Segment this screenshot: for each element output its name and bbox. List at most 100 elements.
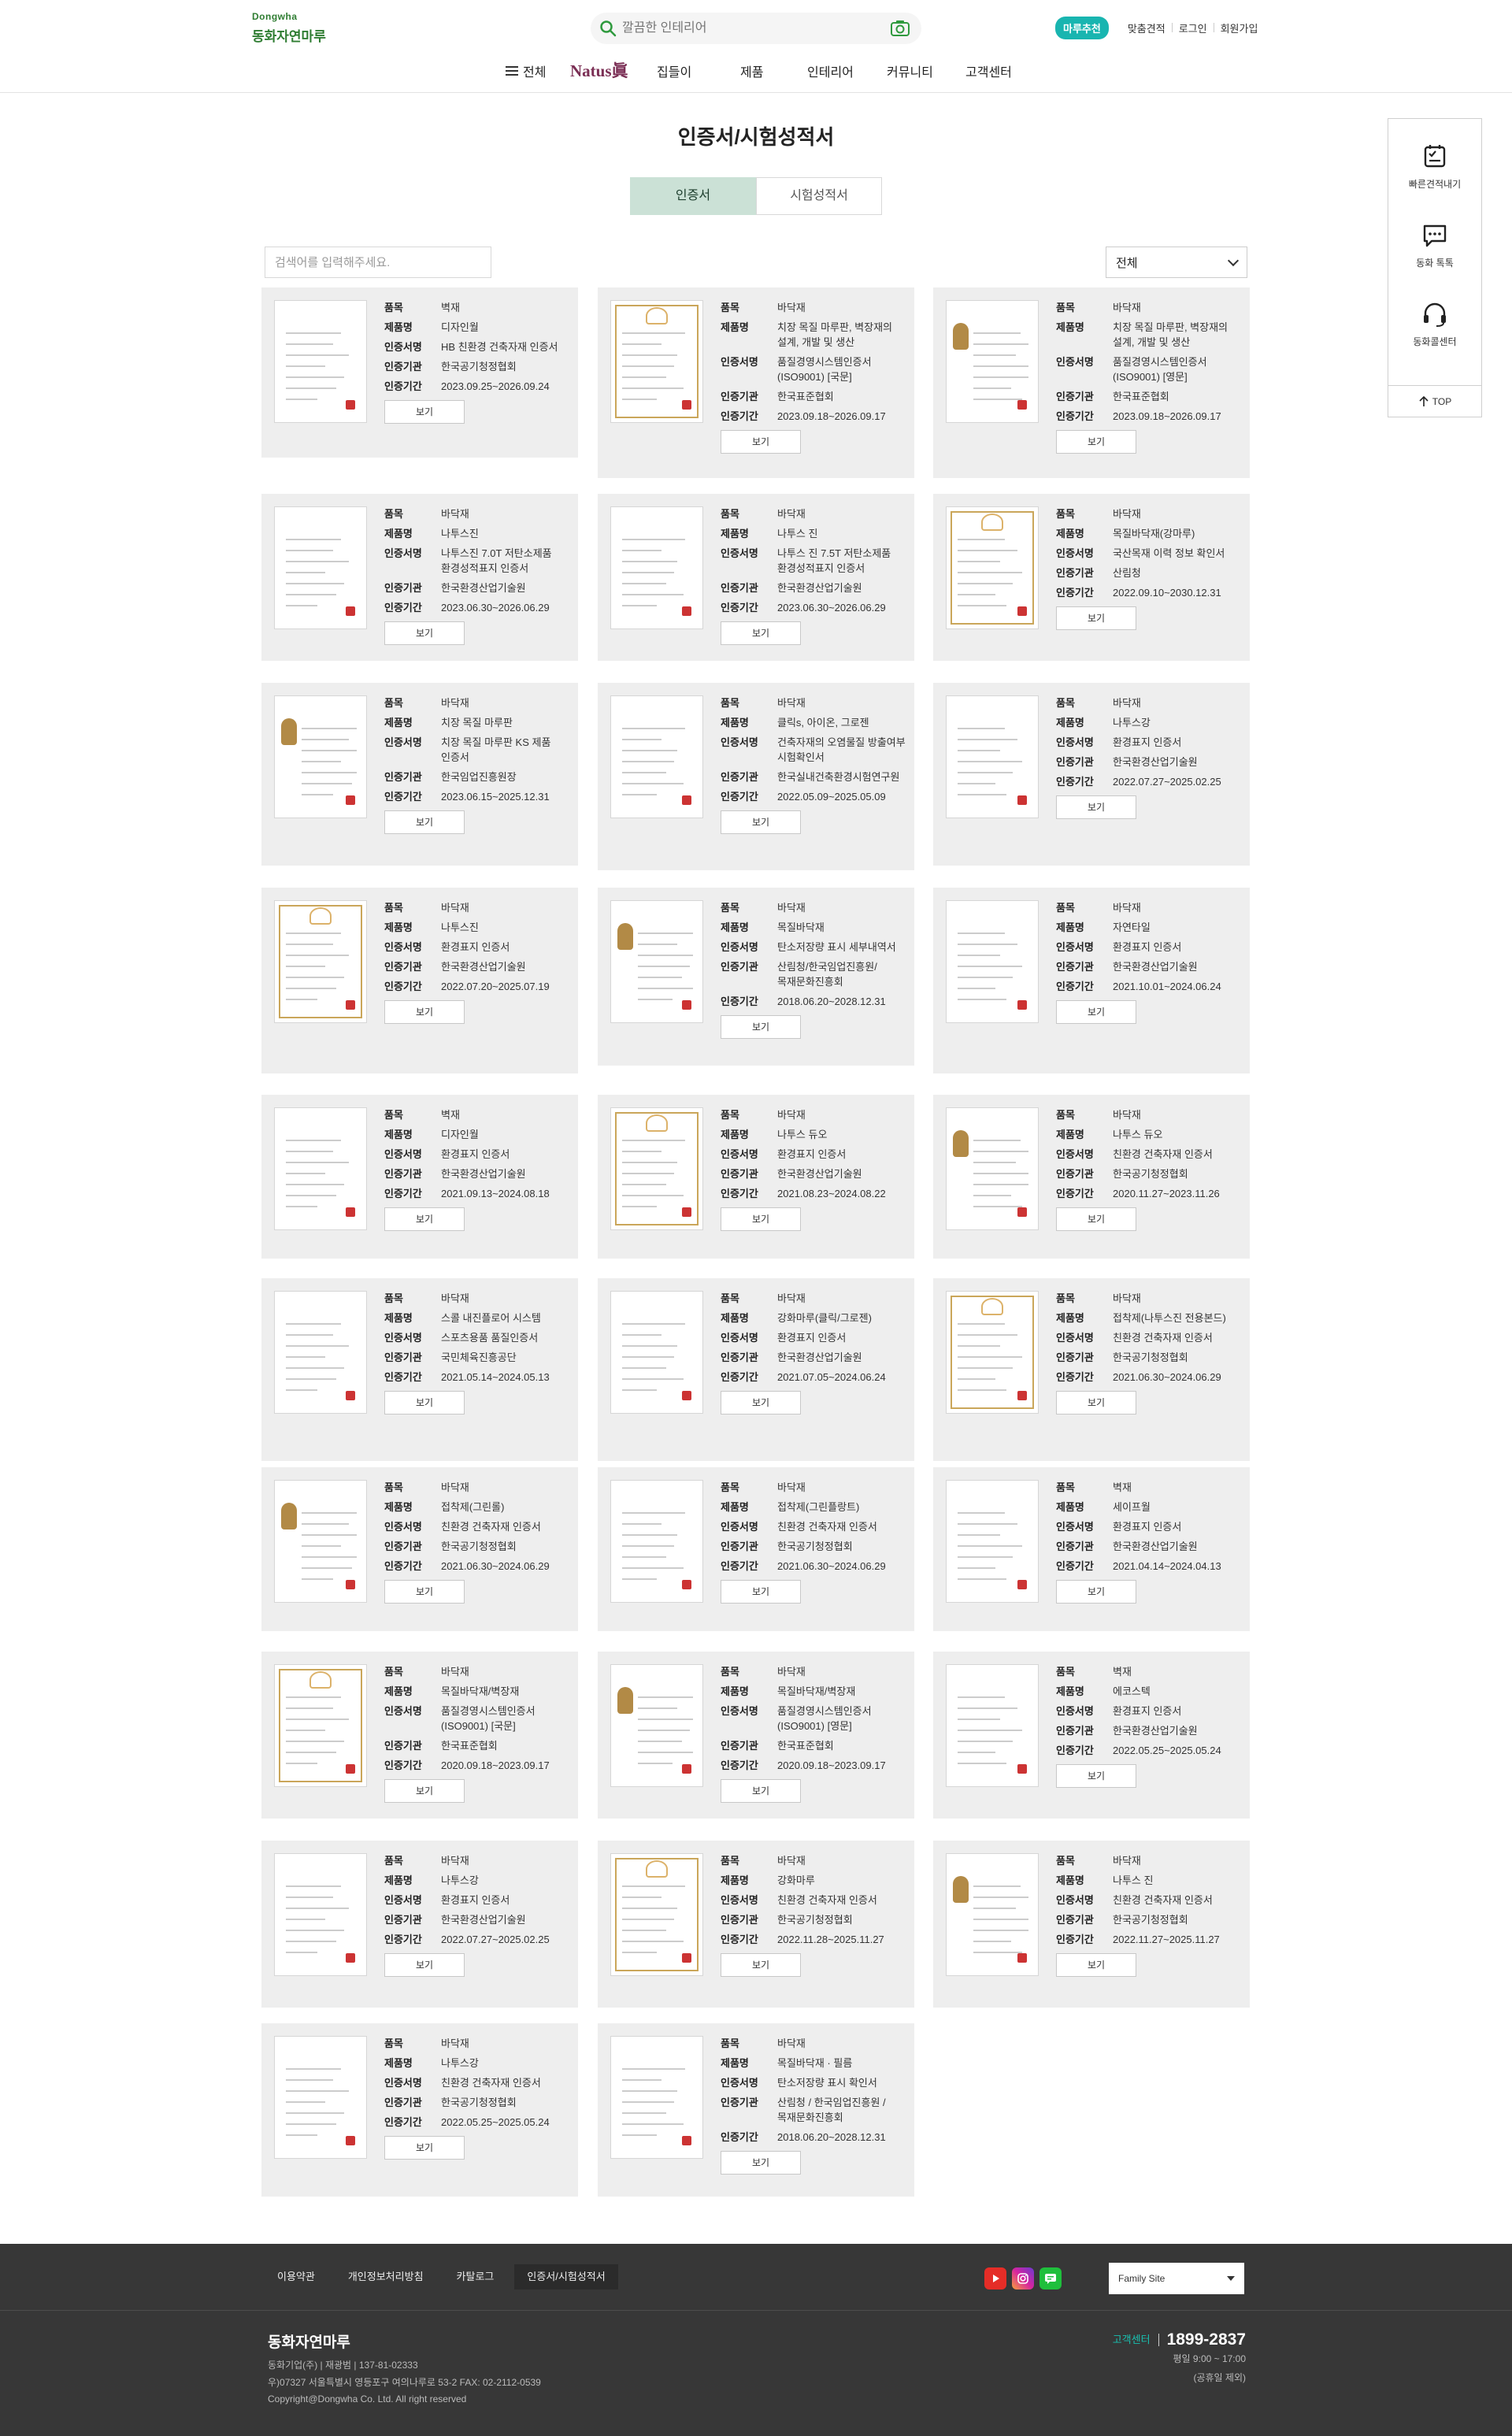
view-certificate-button[interactable]: 보기 bbox=[721, 1580, 801, 1604]
view-certificate-button[interactable]: 보기 bbox=[721, 621, 801, 645]
view-certificate-button[interactable]: 보기 bbox=[384, 621, 465, 645]
footer-catalog-link[interactable]: 카탈로그 bbox=[444, 2264, 507, 2290]
certificate-thumbnail[interactable] bbox=[274, 1107, 367, 1230]
certificate-thumbnail[interactable] bbox=[274, 695, 367, 818]
join-link[interactable]: 회원가입 bbox=[1214, 20, 1265, 35]
view-certificate-button[interactable]: 보기 bbox=[1056, 1207, 1136, 1231]
document-line bbox=[958, 1523, 1017, 1525]
certificate-thumbnail[interactable] bbox=[274, 1291, 367, 1414]
camera-icon[interactable] bbox=[890, 19, 910, 38]
certificate-thumbnail[interactable] bbox=[610, 300, 703, 423]
certificate-thumbnail[interactable] bbox=[946, 1480, 1039, 1603]
search-icon[interactable] bbox=[598, 19, 617, 38]
view-certificate-button[interactable]: 보기 bbox=[1056, 1391, 1136, 1415]
certificate-thumbnail[interactable] bbox=[610, 2036, 703, 2159]
view-certificate-button[interactable]: 보기 bbox=[721, 810, 801, 834]
view-certificate-button[interactable]: 보기 bbox=[721, 1779, 801, 1803]
view-certificate-button[interactable]: 보기 bbox=[384, 1779, 465, 1803]
family-site-select[interactable]: Family Site bbox=[1109, 2263, 1244, 2294]
youtube-icon[interactable] bbox=[984, 2267, 1006, 2290]
period-value: 2022.07.27~2025.02.25 bbox=[441, 1934, 550, 1945]
view-certificate-button[interactable]: 보기 bbox=[384, 1000, 465, 1024]
custom-estimate-link[interactable]: 맞춤견적 bbox=[1121, 20, 1172, 35]
view-certificate-button[interactable]: 보기 bbox=[1056, 606, 1136, 630]
nav-customer-center[interactable]: 고객센터 bbox=[965, 61, 1012, 80]
certificate-thumbnail[interactable] bbox=[274, 2036, 367, 2159]
tab-test-reports[interactable]: 시험성적서 bbox=[756, 177, 882, 215]
certificate-thumbnail[interactable] bbox=[610, 1853, 703, 1976]
certificate-thumbnail[interactable] bbox=[610, 695, 703, 818]
view-certificate-button[interactable]: 보기 bbox=[384, 1580, 465, 1604]
certificate-thumbnail[interactable] bbox=[946, 300, 1039, 423]
view-certificate-button[interactable]: 보기 bbox=[721, 1953, 801, 1977]
certificate-thumbnail[interactable] bbox=[274, 1853, 367, 1976]
view-certificate-button[interactable]: 보기 bbox=[721, 2151, 801, 2175]
certificate-thumbnail[interactable] bbox=[610, 900, 703, 1023]
certificate-thumbnail[interactable] bbox=[946, 1107, 1039, 1230]
certificate-thumbnail[interactable] bbox=[610, 506, 703, 629]
nav-all-menu[interactable]: 전체 bbox=[506, 61, 546, 80]
view-certificate-button[interactable]: 보기 bbox=[384, 1953, 465, 1977]
info-row-cert-name: 인증서명 치장 목질 마루판 KS 제품 인증서 bbox=[384, 735, 570, 765]
certificate-thumbnail[interactable] bbox=[274, 1480, 367, 1603]
view-certificate-button[interactable]: 보기 bbox=[721, 1207, 801, 1231]
certificate-thumbnail[interactable] bbox=[274, 1664, 367, 1787]
header-search-input[interactable] bbox=[622, 19, 874, 38]
view-certificate-button[interactable]: 보기 bbox=[384, 1391, 465, 1415]
view-certificate-button[interactable]: 보기 bbox=[1056, 1764, 1136, 1788]
floor-recommend-button[interactable]: 마루추천 bbox=[1055, 16, 1109, 39]
nav-community[interactable]: 커뮤니티 bbox=[887, 61, 933, 80]
view-certificate-button[interactable]: 보기 bbox=[384, 400, 465, 424]
certificate-thumbnail[interactable] bbox=[946, 506, 1039, 629]
tab-certificates[interactable]: 인증서 bbox=[630, 177, 756, 215]
footer-privacy-link[interactable]: 개인정보처리방침 bbox=[335, 2264, 436, 2290]
talk-channel-icon[interactable] bbox=[1040, 2267, 1062, 2290]
item-value: 바닥재 bbox=[1113, 1109, 1141, 1121]
view-certificate-button[interactable]: 보기 bbox=[384, 2136, 465, 2160]
view-certificate-button[interactable]: 보기 bbox=[1056, 795, 1136, 819]
instagram-icon[interactable] bbox=[1012, 2267, 1034, 2290]
view-certificate-button[interactable]: 보기 bbox=[1056, 430, 1136, 454]
view-certificate-button[interactable]: 보기 bbox=[1056, 1580, 1136, 1604]
nav-housewarming[interactable]: 집들이 bbox=[657, 61, 691, 80]
view-certificate-button[interactable]: 보기 bbox=[1056, 1000, 1136, 1024]
footer-terms-link[interactable]: 이용약관 bbox=[265, 2264, 328, 2290]
nav-products[interactable]: 제품 bbox=[740, 61, 763, 80]
view-certificate-button[interactable]: 보기 bbox=[721, 1015, 801, 1039]
certificate-thumbnail[interactable] bbox=[946, 1664, 1039, 1787]
certificate-thumbnail[interactable] bbox=[946, 900, 1039, 1023]
login-link[interactable]: 로그인 bbox=[1173, 20, 1214, 35]
view-certificate-button[interactable]: 보기 bbox=[721, 430, 801, 454]
quick-estimate[interactable]: 빠른견적내기 bbox=[1388, 143, 1481, 191]
product-value: 목질바닥재 bbox=[777, 921, 825, 933]
view-certificate-button[interactable]: 보기 bbox=[1056, 1953, 1136, 1977]
cs-phone-number[interactable]: 1899-2837 bbox=[1167, 2330, 1246, 2349]
certificate-thumbnail[interactable] bbox=[610, 1291, 703, 1414]
certificate-thumbnail[interactable] bbox=[946, 695, 1039, 818]
org-value: 한국환경산업기술원 bbox=[777, 1168, 862, 1180]
certificate-search-input[interactable] bbox=[265, 247, 491, 278]
certificate-thumbnail[interactable] bbox=[610, 1107, 703, 1230]
certificate-card: 품목 바닥재 제품명 나투스 진 인증서명 친환경 건축자재 인증서 인증기관 한국공기청정협… bbox=[933, 1841, 1250, 2008]
category-filter-select[interactable]: 전체 bbox=[1106, 247, 1247, 278]
certificate-thumbnail[interactable] bbox=[946, 1853, 1039, 1976]
certificate-thumbnail[interactable] bbox=[610, 1664, 703, 1787]
certificate-thumbnail[interactable] bbox=[946, 1291, 1039, 1414]
cert-name-value: 환경표지 인증서 bbox=[1113, 1521, 1182, 1533]
quick-talk[interactable]: 동화 톡톡 bbox=[1388, 221, 1481, 269]
footer-certificates-link[interactable]: 인증서/시험성적서 bbox=[514, 2264, 618, 2290]
nav-natus[interactable]: Natus眞 bbox=[570, 58, 628, 82]
site-logo[interactable]: Dongwha 동화자연마루 bbox=[252, 11, 326, 45]
nav-interior[interactable]: 인테리어 bbox=[807, 61, 854, 80]
scroll-top-button[interactable]: TOP bbox=[1388, 385, 1481, 417]
view-certificate-button[interactable]: 보기 bbox=[721, 1391, 801, 1415]
certificate-thumbnail[interactable] bbox=[610, 1480, 703, 1603]
header-search[interactable] bbox=[591, 13, 921, 44]
item-value: 바닥재 bbox=[441, 1855, 469, 1867]
certificate-thumbnail[interactable] bbox=[274, 900, 367, 1023]
quick-callcenter[interactable]: 동화콜센터 bbox=[1388, 300, 1481, 348]
certificate-thumbnail[interactable] bbox=[274, 506, 367, 629]
certificate-thumbnail[interactable] bbox=[274, 300, 367, 423]
view-certificate-button[interactable]: 보기 bbox=[384, 810, 465, 834]
view-certificate-button[interactable]: 보기 bbox=[384, 1207, 465, 1231]
